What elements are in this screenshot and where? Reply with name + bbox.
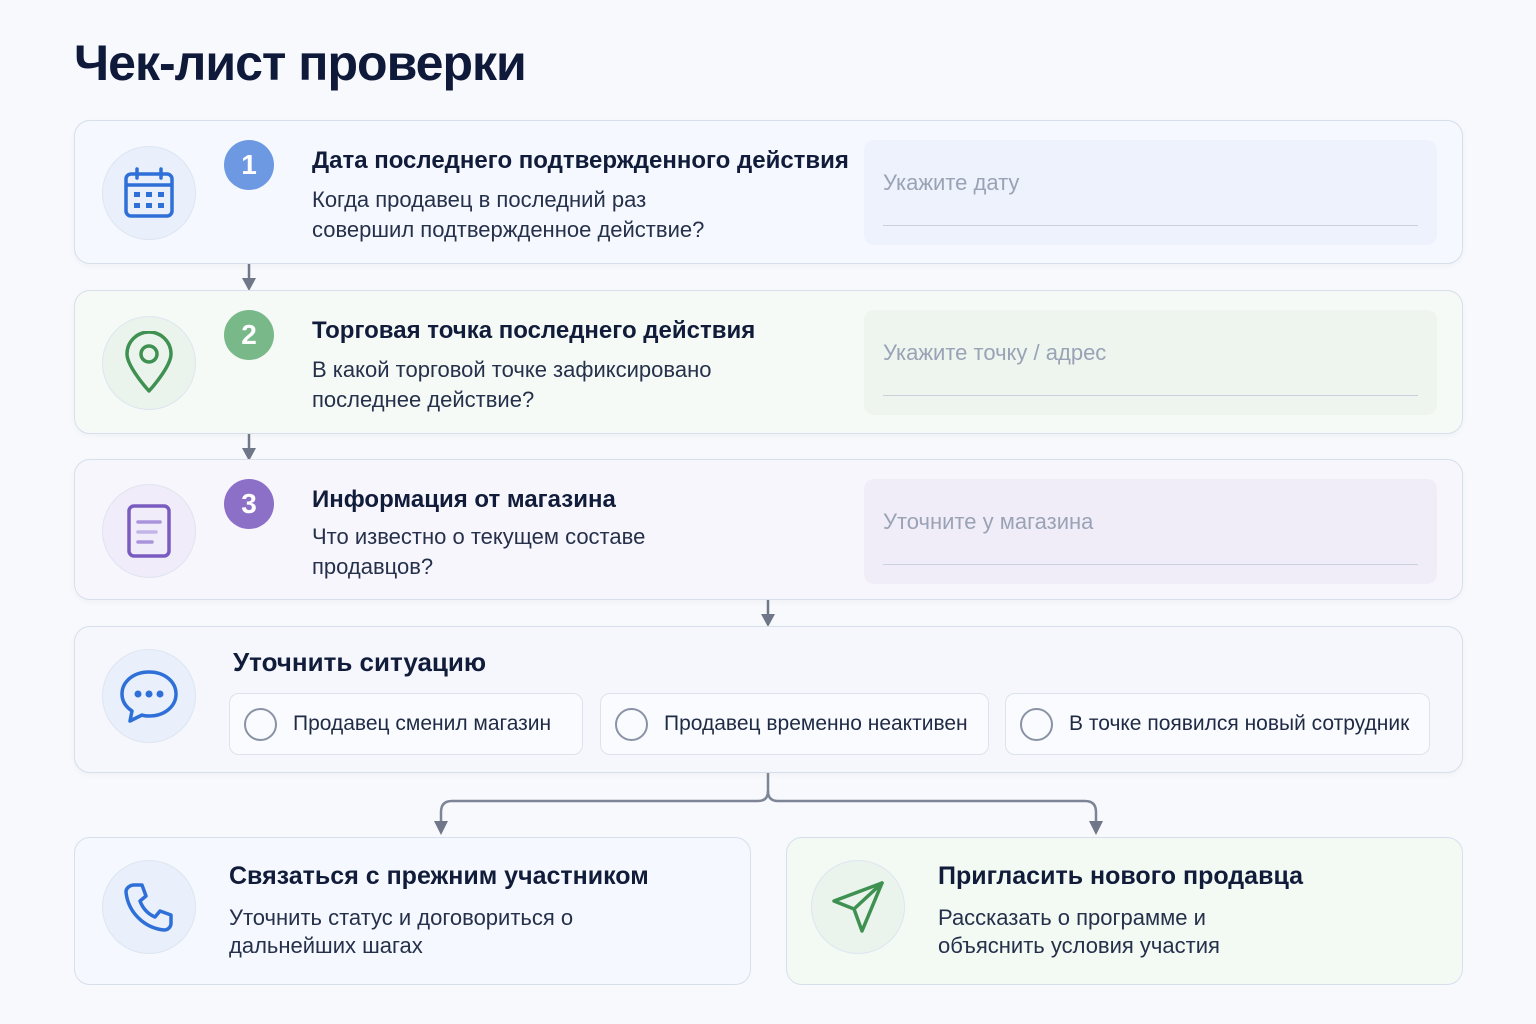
step-title: Торговая точка последнего действия: [312, 317, 756, 344]
page-title: Чек-лист проверки: [74, 35, 527, 91]
step-title: Дата последнего подтвержденного действия: [312, 147, 849, 174]
send-icon-circle: [811, 860, 905, 954]
phone-icon-circle: [102, 860, 196, 954]
chat-icon-circle: [102, 649, 196, 743]
option-label: В точке появился новый сотрудник: [1069, 712, 1410, 735]
send-icon: [832, 881, 884, 933]
location-field-container: [864, 310, 1437, 415]
date-field[interactable]: [883, 140, 1418, 226]
store-info-field[interactable]: [883, 479, 1418, 565]
location-pin-icon: [125, 331, 173, 393]
step-card-date: 1 Дата последнего подтвержденного действ…: [74, 120, 1463, 264]
arrow-down-icon: [761, 600, 775, 627]
radio-button[interactable]: [244, 707, 277, 741]
situation-option-inactive[interactable]: Продавец временно неактивен: [600, 693, 989, 755]
step-card-location: 2 Торговая точка последнего действия В к…: [74, 290, 1463, 434]
location-icon-circle: [102, 316, 196, 410]
step-description: Когда продавец в последний раз совершил …: [312, 187, 705, 242]
calendar-icon: [124, 167, 174, 218]
step-title: Информация от магазина: [312, 486, 616, 513]
option-label: Продавец временно неактивен: [664, 712, 968, 735]
radio-button[interactable]: [615, 707, 648, 741]
radio-button[interactable]: [1020, 707, 1053, 741]
step-description: В какой торговой точке зафиксировано пос…: [312, 357, 712, 412]
arrow-down-icon: [242, 434, 256, 461]
location-field[interactable]: [883, 310, 1418, 396]
document-icon: [127, 504, 171, 558]
situation-title: Уточнить ситуацию: [233, 647, 487, 677]
phone-icon: [124, 883, 173, 932]
action-title: Пригласить нового продавца: [938, 862, 1304, 890]
situation-card: Уточнить ситуацию Продавец сменил магази…: [74, 626, 1463, 773]
step-number-badge: 2: [224, 310, 274, 360]
action-title: Связаться с прежним участником: [229, 862, 649, 890]
situation-option-changed-store[interactable]: Продавец сменил магазин: [229, 693, 583, 755]
arrow-down-icon: [242, 264, 256, 291]
calendar-icon-circle: [102, 146, 196, 240]
store-info-field-container: [864, 479, 1437, 584]
option-label: Продавец сменил магазин: [293, 712, 552, 735]
chat-bubble-icon: [120, 670, 178, 723]
date-field-container: [864, 140, 1437, 245]
action-description: Уточнить статус и договориться о дальней…: [229, 905, 574, 958]
branch-connector: [434, 773, 1103, 835]
document-icon-circle: [102, 484, 196, 578]
action-card-invite[interactable]: Пригласить нового продавца Рассказать о …: [786, 837, 1463, 985]
action-description: Рассказать о программе и объяснить услов…: [938, 905, 1220, 958]
step-number-badge: 1: [224, 140, 274, 190]
step-number-badge: 3: [224, 479, 274, 529]
action-card-contact[interactable]: Связаться с прежним участником Уточнить …: [74, 837, 751, 985]
step-description: Что известно о текущем составе продавцов…: [312, 524, 646, 579]
step-card-store-info: 3 Информация от магазина Что известно о …: [74, 459, 1463, 600]
situation-option-new-employee[interactable]: В точке появился новый сотрудник: [1005, 693, 1430, 755]
